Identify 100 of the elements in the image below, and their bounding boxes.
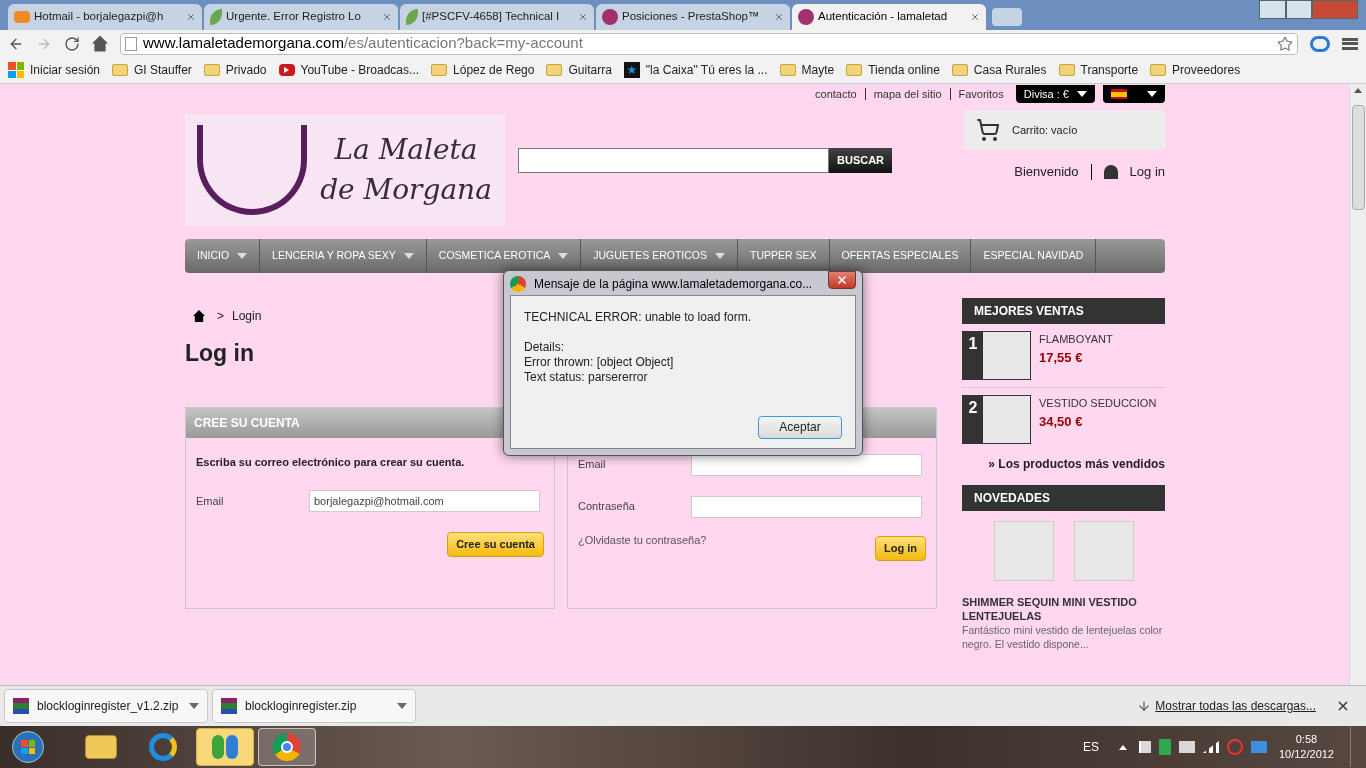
product-description: Fantástico mini vestido de lentejuelas color negro. El vestido dispone... bbox=[962, 623, 1164, 651]
close-icon[interactable] bbox=[774, 12, 784, 22]
extension-icon[interactable] bbox=[1310, 35, 1330, 52]
caret-icon bbox=[397, 703, 407, 709]
breadcrumb-current: Login bbox=[232, 308, 262, 325]
star-logo-icon bbox=[623, 62, 640, 78]
bookmark[interactable]: Tienda online bbox=[846, 61, 940, 79]
bookmark[interactable]: YouTube - Broadcas... bbox=[278, 61, 420, 79]
bookmark[interactable]: Transporte bbox=[1058, 61, 1139, 79]
close-icon[interactable] bbox=[578, 12, 588, 22]
tab-title: Urgente. Error Registro Lo bbox=[226, 9, 362, 25]
currency-selector[interactable]: Divisa : € bbox=[1015, 85, 1095, 103]
minimize-button[interactable] bbox=[1259, 0, 1286, 19]
show-hidden-icons-icon[interactable] bbox=[1118, 744, 1127, 750]
home-icon[interactable] bbox=[92, 35, 108, 52]
scroll-thumb[interactable] bbox=[1351, 105, 1365, 210]
page-icon bbox=[125, 36, 137, 51]
bookmark[interactable]: Casa Rurales bbox=[951, 61, 1047, 79]
close-icon[interactable] bbox=[186, 12, 196, 22]
caret-icon bbox=[1077, 91, 1087, 97]
windows-logo-icon bbox=[12, 731, 44, 763]
field-label: Email bbox=[196, 493, 225, 509]
reload-icon[interactable] bbox=[64, 35, 80, 52]
caret-icon bbox=[558, 253, 569, 259]
tab-title: [#PSCFV-4658] Technical I bbox=[422, 9, 561, 25]
browser-tab[interactable]: Urgente. Error Registro Lo bbox=[204, 4, 398, 30]
download-item[interactable]: blockloginregister.zip bbox=[212, 689, 416, 723]
browser-tab[interactable]: [#PSCFV-4658] Technical I bbox=[400, 4, 594, 30]
accept-button[interactable]: Aceptar bbox=[758, 416, 842, 439]
windows-logo-icon bbox=[8, 62, 24, 78]
home-icon[interactable] bbox=[193, 310, 205, 322]
menu-item[interactable]: INICIO bbox=[185, 239, 261, 273]
maximize-button[interactable] bbox=[1286, 0, 1312, 19]
dialog-detail: Details: bbox=[524, 340, 565, 355]
folder-icon bbox=[779, 64, 796, 76]
language-selector[interactable] bbox=[1103, 85, 1165, 103]
archive-icon bbox=[13, 698, 29, 714]
close-button[interactable] bbox=[828, 271, 856, 289]
login-button[interactable]: Log in bbox=[875, 535, 926, 561]
header-link[interactable]: Favoritos bbox=[958, 85, 1004, 103]
browser-tab[interactable]: Autenticación - lamaletad bbox=[792, 4, 986, 30]
login-link[interactable]: Log in bbox=[1129, 162, 1165, 182]
field-label: Email bbox=[578, 457, 607, 473]
cart-status: Carrito: vacío bbox=[1012, 122, 1078, 138]
bookmark[interactable]: Iniciar sesión bbox=[8, 61, 101, 79]
leaf-icon bbox=[406, 9, 418, 25]
folder-icon bbox=[546, 64, 563, 76]
envelope-icon bbox=[14, 11, 30, 23]
leaf-icon bbox=[210, 9, 222, 25]
bookmark[interactable]: Guitarra bbox=[546, 61, 612, 79]
logo[interactable]: La Maleta de Morgana bbox=[185, 114, 505, 226]
email-field[interactable]: borjalegazpi@hotmail.com bbox=[309, 490, 540, 512]
browser-tab[interactable]: Hotmail - borjalegazpi@h bbox=[8, 4, 202, 30]
menu-item[interactable]: LENCERIA Y ROPA SEXY bbox=[260, 239, 427, 273]
flower-icon bbox=[798, 9, 814, 25]
close-icon[interactable] bbox=[382, 12, 392, 22]
block-title: NOVEDADES bbox=[962, 485, 1165, 511]
bookmark[interactable]: Mayte bbox=[779, 61, 835, 79]
bookmark[interactable]: López de Rego bbox=[431, 61, 535, 79]
star-icon[interactable] bbox=[1277, 35, 1293, 52]
bookmark[interactable]: Privado bbox=[203, 61, 267, 79]
language-indicator[interactable]: ES bbox=[1082, 738, 1099, 756]
close-icon bbox=[836, 274, 849, 286]
caret-icon bbox=[189, 703, 199, 709]
address-field[interactable]: www.lamaletademorgana.com/es/autenticacion?back=my-account bbox=[120, 32, 1298, 55]
download-item[interactable]: blockloginregister_v1.2.zip bbox=[4, 689, 208, 723]
product-name[interactable]: SHIMMER SEQUIN MINI VESTIDO LENTEJUELAS bbox=[962, 595, 1165, 623]
create-account-button[interactable]: Cree su cuenta bbox=[447, 532, 544, 557]
search-button[interactable]: BUSCAR bbox=[829, 148, 893, 173]
header-link[interactable]: mapa del sitio bbox=[873, 85, 942, 103]
people-icon bbox=[212, 735, 238, 759]
caret-icon bbox=[403, 253, 414, 259]
scrollbar[interactable] bbox=[1349, 84, 1366, 685]
muted-speaker-icon[interactable] bbox=[1226, 739, 1243, 755]
bookmark[interactable]: Proveedores bbox=[1150, 61, 1241, 79]
folder-icon bbox=[1058, 64, 1075, 76]
product-name[interactable]: VESTIDO SEDUCCION bbox=[1039, 395, 1157, 412]
scroll-up-icon[interactable] bbox=[1354, 88, 1362, 93]
close-icon[interactable] bbox=[970, 12, 980, 22]
folder-icon bbox=[85, 735, 117, 759]
header-link[interactable]: contacto bbox=[815, 85, 857, 103]
tab-title: Posiciones - PrestaShop™ bbox=[622, 9, 761, 25]
show-all-downloads-link[interactable]: Mostrar todas las descargas... bbox=[1155, 697, 1316, 715]
browser-tab[interactable]: Posiciones - PrestaShop™ bbox=[596, 4, 790, 30]
menu-item[interactable]: ESPECIAL NAVIDAD bbox=[971, 239, 1097, 273]
search-field[interactable] bbox=[518, 148, 829, 173]
rank-number: 2 bbox=[967, 398, 979, 418]
menu-icon[interactable] bbox=[1342, 37, 1358, 50]
best-sellers-link[interactable]: » Los productos más vendidos bbox=[962, 455, 1165, 473]
block-title: MEJORES VENTAS bbox=[962, 298, 1165, 324]
clock[interactable]: 0:58 10/12/2012 bbox=[1278, 732, 1334, 762]
bookmark[interactable]: "la Caixa" Tú eres la ... bbox=[623, 61, 768, 79]
product-name[interactable]: FLAMBOYANT bbox=[1039, 331, 1113, 348]
bookmark[interactable]: GI Stauffer bbox=[112, 61, 192, 79]
folder-icon bbox=[203, 64, 220, 76]
forgot-password-link[interactable]: ¿Olvidaste tu contraseña? bbox=[578, 531, 707, 548]
welcome-text: Bienvenido bbox=[1014, 163, 1079, 181]
close-icon[interactable] bbox=[1336, 699, 1350, 713]
password-field[interactable] bbox=[691, 495, 922, 518]
cart-box[interactable]: Carrito: vacío bbox=[964, 110, 1165, 150]
